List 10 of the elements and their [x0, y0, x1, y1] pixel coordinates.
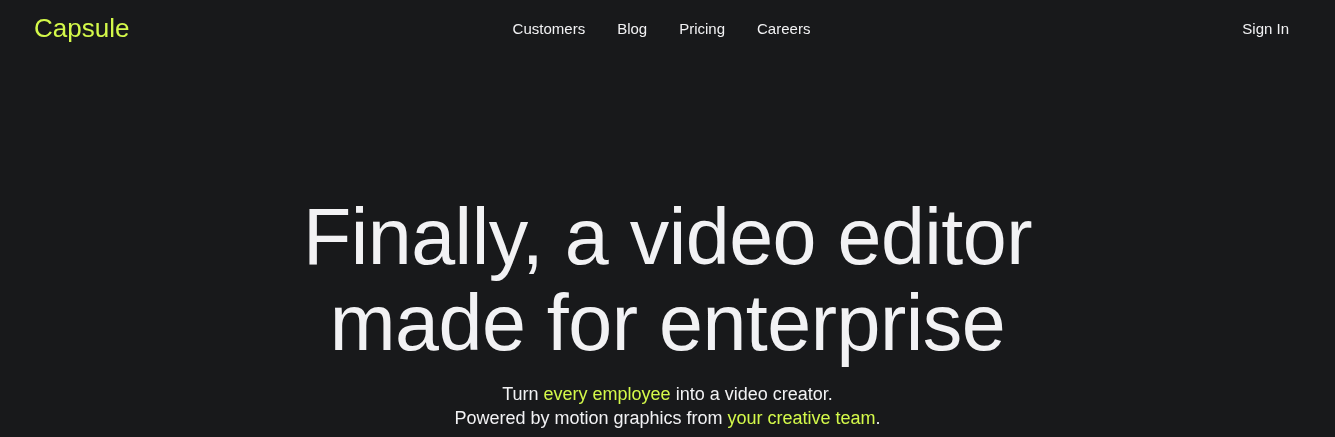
sign-in-link[interactable]: Sign In — [1242, 19, 1289, 37]
nav-link[interactable]: Pricing — [679, 19, 726, 37]
headline: Finally, a video editor — [302, 194, 1033, 280]
nav-link[interactable]: Careers — [757, 19, 811, 37]
nav-link[interactable]: Blog — [617, 19, 648, 37]
nav-link[interactable]: Customers — [512, 19, 586, 37]
subtitle: Powered by motion graphics from your creative team. — [454, 407, 881, 430]
subtitle: Turn every employee into a video creator. — [501, 383, 834, 406]
headline: made for enterprise — [329, 280, 1007, 366]
logo[interactable]: Capsule — [34, 12, 130, 44]
